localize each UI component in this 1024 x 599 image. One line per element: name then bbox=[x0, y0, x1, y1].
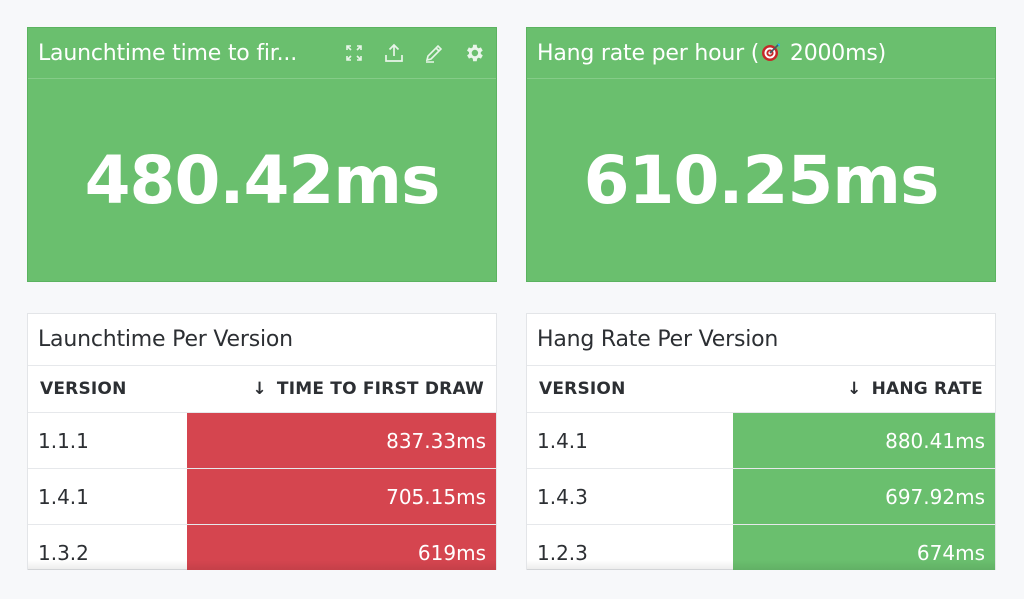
widget-header: Launchtime time to fir... bbox=[28, 28, 496, 79]
title-suffix: 2000ms) bbox=[783, 40, 886, 66]
value-cell: 837.33ms bbox=[187, 413, 496, 468]
target-icon bbox=[761, 42, 781, 62]
version-cell: 1.4.3 bbox=[537, 484, 588, 509]
table-row[interactable]: 1.1.1 837.33ms bbox=[28, 412, 496, 468]
sort-down-icon: ↓ bbox=[847, 379, 862, 399]
launchtime-stat-widget: Launchtime time to fir... 480.42ms bbox=[27, 27, 497, 282]
value-cell: 880.41ms bbox=[733, 413, 995, 468]
table-header: VERSION ↓ TIME TO FIRST DRAW bbox=[28, 366, 496, 412]
column-header-hang-rate[interactable]: ↓ HANG RATE bbox=[847, 379, 983, 399]
version-cell: 1.3.2 bbox=[38, 540, 89, 565]
table-body: 1.4.1 880.41ms 1.4.3 697.92ms 1.2.3 674m… bbox=[527, 412, 995, 570]
widget-title: Hang rate per hour ( 2000ms) bbox=[537, 41, 985, 66]
sort-down-icon: ↓ bbox=[252, 379, 267, 399]
table-body: 1.1.1 837.33ms 1.4.1 705.15ms 1.3.2 619m… bbox=[28, 412, 496, 570]
table-row[interactable]: 1.2.3 674ms bbox=[527, 524, 995, 570]
widget-title: Launchtime time to fir... bbox=[38, 40, 298, 66]
value-cell: 697.92ms bbox=[733, 469, 995, 524]
column-header-version[interactable]: VERSION bbox=[539, 379, 626, 399]
version-cell: 1.1.1 bbox=[38, 428, 89, 453]
column-header-label: TIME TO FIRST DRAW bbox=[276, 379, 484, 399]
column-header-label: HANG RATE bbox=[871, 379, 983, 399]
stat-value: 610.25ms bbox=[583, 142, 940, 219]
title-prefix: Hang rate per hour ( bbox=[537, 40, 760, 66]
widget-title: Launchtime Per Version bbox=[28, 314, 496, 366]
value-cell: 674ms bbox=[733, 525, 995, 570]
version-cell: 1.4.1 bbox=[38, 484, 89, 509]
widget-title: Hang Rate Per Version bbox=[527, 314, 995, 366]
version-cell: 1.2.3 bbox=[537, 540, 588, 565]
launchtime-table-widget: Launchtime Per Version VERSION ↓ TIME TO… bbox=[27, 313, 497, 570]
edit-icon[interactable] bbox=[422, 41, 446, 65]
expand-icon[interactable] bbox=[342, 41, 366, 65]
table-row[interactable]: 1.4.3 697.92ms bbox=[527, 468, 995, 524]
hang-rate-stat-widget: Hang rate per hour ( 2000ms) 610.25ms bbox=[526, 27, 996, 282]
table-header: VERSION ↓ HANG RATE bbox=[527, 366, 995, 412]
gear-icon[interactable] bbox=[462, 41, 486, 65]
value-cell: 705.15ms bbox=[187, 469, 496, 524]
stat-value: 480.42ms bbox=[84, 142, 441, 219]
widget-header: Hang rate per hour ( 2000ms) bbox=[527, 28, 995, 79]
value-cell: 619ms bbox=[187, 525, 496, 570]
table-row[interactable]: 1.4.1 880.41ms bbox=[527, 412, 995, 468]
export-icon[interactable] bbox=[382, 41, 406, 65]
table-row[interactable]: 1.4.1 705.15ms bbox=[28, 468, 496, 524]
column-header-time-to-first-draw[interactable]: ↓ TIME TO FIRST DRAW bbox=[252, 379, 484, 399]
column-header-version[interactable]: VERSION bbox=[40, 379, 127, 399]
hang-rate-table-widget: Hang Rate Per Version VERSION ↓ HANG RAT… bbox=[526, 313, 996, 570]
version-cell: 1.4.1 bbox=[537, 428, 588, 453]
table-row[interactable]: 1.3.2 619ms bbox=[28, 524, 496, 570]
